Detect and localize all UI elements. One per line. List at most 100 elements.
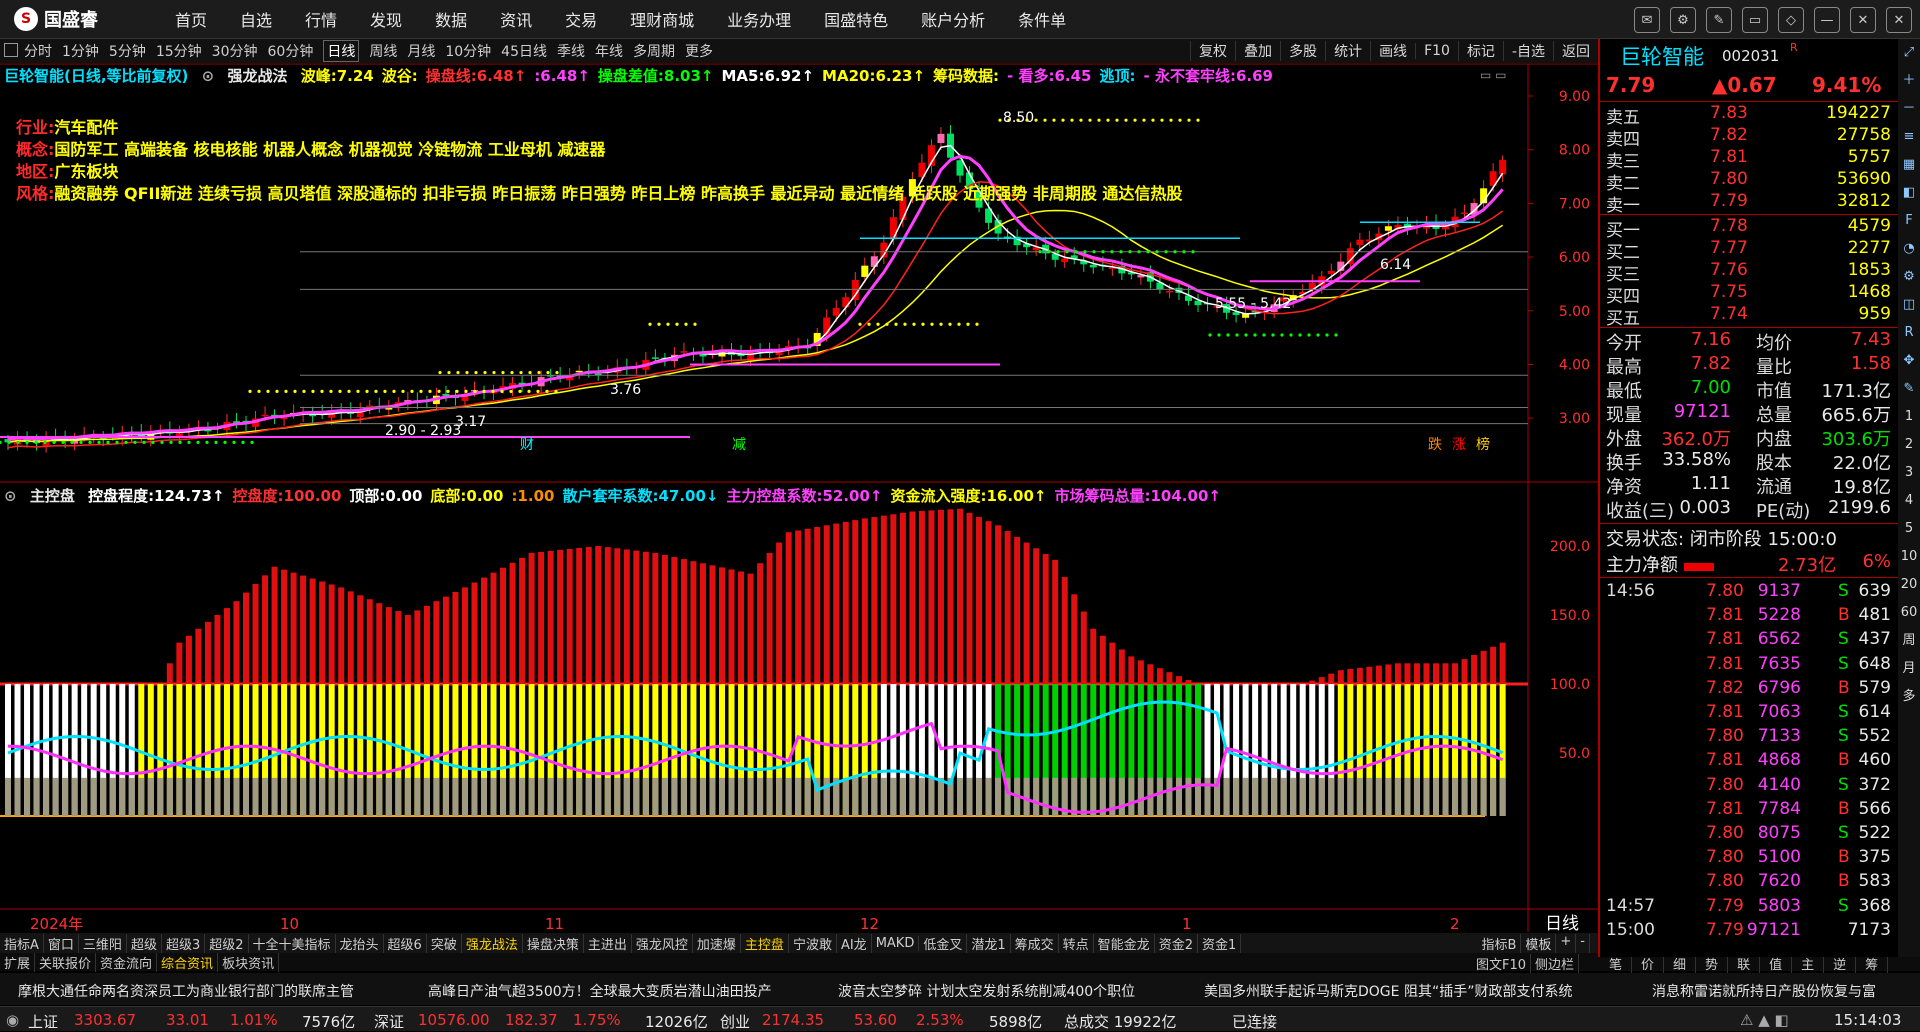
period-tab[interactable]: 10分钟 xyxy=(445,41,491,61)
period-tab[interactable]: 5分钟 xyxy=(109,41,146,61)
indicator-tab[interactable]: 强龙风控 xyxy=(632,933,693,953)
indicator-tab-right[interactable]: - xyxy=(1576,934,1590,953)
indicator-tab[interactable]: 超级2 xyxy=(205,933,249,953)
news-item[interactable]: 消息称雷诺就所持日产股份恢复与富 xyxy=(1652,981,1876,1001)
period-tab[interactable]: 月线 xyxy=(407,41,435,61)
indicator-name[interactable]: 强龙战法 xyxy=(227,67,287,85)
move-icon[interactable]: ✥ xyxy=(1898,347,1920,375)
menu-item[interactable]: 国盛特色 xyxy=(824,7,888,31)
period-tab[interactable]: 更多 xyxy=(685,41,713,61)
chart-tool-button[interactable]: 画线 xyxy=(1370,41,1415,61)
settings-icon[interactable]: ⚙ xyxy=(1898,263,1920,291)
expand-icon[interactable]: ⤢ xyxy=(1898,39,1920,67)
period-tab[interactable]: 1分钟 xyxy=(62,41,99,61)
menu-item[interactable]: 首页 xyxy=(175,7,207,31)
bottom-tab-right[interactable]: 图文F10 xyxy=(1472,954,1532,973)
indicator-tab[interactable]: 三维阳 xyxy=(79,933,127,953)
period-tab[interactable]: 日线 xyxy=(323,40,360,62)
zoom-out-icon[interactable]: － xyxy=(1898,95,1920,123)
indicator-tab[interactable]: 强龙战法 xyxy=(462,933,523,953)
chart-tool-button[interactable]: 统计 xyxy=(1325,41,1370,61)
indicator-tab[interactable]: 龙抬头 xyxy=(336,933,384,953)
chart-tool-button[interactable]: 标记 xyxy=(1457,41,1503,61)
sidebar-period[interactable]: 周 xyxy=(1898,627,1920,655)
indicator-tab[interactable]: 主控盘 xyxy=(741,933,789,953)
period-tab[interactable]: 周线 xyxy=(369,41,397,61)
chart-tool-button[interactable]: 返回 xyxy=(1553,41,1598,61)
menu-item[interactable]: 资讯 xyxy=(500,7,532,31)
indicator-tab-right[interactable]: 模板 xyxy=(1521,934,1557,953)
sidebar-period[interactable]: 2 xyxy=(1898,431,1920,459)
period-tab[interactable]: 分时 xyxy=(24,41,52,61)
chart-tool-button[interactable]: -自选 xyxy=(1502,41,1553,61)
indicator-tab[interactable]: 宁波敢 xyxy=(789,933,837,953)
bottom-tab[interactable]: 扩展 xyxy=(0,952,36,972)
alarm-icon[interactable]: ⚠ ▲ ◧ xyxy=(1740,1011,1789,1029)
indicator-tab[interactable]: 资金2 xyxy=(1155,933,1198,953)
period-tab[interactable]: 45日线 xyxy=(501,41,547,61)
expand-icon[interactable]: ◉ xyxy=(6,1011,19,1029)
sub-indicator-name[interactable]: 主控盘 xyxy=(30,487,75,505)
sidebar-period[interactable]: 3 xyxy=(1898,459,1920,487)
sidebar-period[interactable]: 5 xyxy=(1898,515,1920,543)
period-tab[interactable]: 60分钟 xyxy=(268,41,314,61)
bottom-tab-right[interactable]: 侧边栏 xyxy=(1531,954,1580,973)
f10-icon[interactable]: F xyxy=(1898,207,1920,235)
pen-icon[interactable]: ✎ xyxy=(1898,375,1920,403)
cy-index-name[interactable]: 创业 xyxy=(720,1011,750,1032)
zoom-in-icon[interactable]: ＋ xyxy=(1898,67,1920,95)
sidebar-period[interactable]: 多 xyxy=(1898,683,1920,711)
indicator-tab[interactable]: 窗口 xyxy=(44,933,79,953)
header-options-icon[interactable]: ▭ ▭ xyxy=(1480,68,1507,82)
panel-toggle-icon[interactable] xyxy=(4,43,18,57)
sidebar-period[interactable]: 4 xyxy=(1898,487,1920,515)
dropdown-icon[interactable]: ⊙ xyxy=(202,67,215,85)
menu-item[interactable]: 理财商城 xyxy=(630,7,694,31)
period-tab[interactable]: 年线 xyxy=(595,41,623,61)
news-item[interactable]: 摩根大通任命两名资深员工为商业银行部门的联席主管 xyxy=(18,981,354,1001)
indicator-tab[interactable]: 十全十美指标 xyxy=(249,933,336,953)
bottom-tab[interactable]: 关联报价 xyxy=(35,952,97,972)
close-icon[interactable]: ✕ xyxy=(1886,7,1912,33)
sidebar-period[interactable]: 20 xyxy=(1898,571,1920,599)
indicator-tab[interactable]: 潜龙1 xyxy=(967,933,1011,953)
chart-tool-button[interactable]: 复权 xyxy=(1190,41,1235,61)
indicator-tab[interactable]: AI龙 xyxy=(837,933,872,953)
sz-index-name[interactable]: 深证 xyxy=(374,1011,404,1032)
news-item[interactable]: 波音太空梦碎 计划太空发射系统削减400个职位 xyxy=(838,981,1135,1001)
chart-icon[interactable]: ◧ xyxy=(1898,179,1920,207)
indicator-tab-right[interactable]: + xyxy=(1556,934,1577,953)
skin-icon[interactable]: ✎ xyxy=(1706,7,1732,33)
menu-item[interactable]: 账户分析 xyxy=(921,7,985,31)
indicator-tab-right[interactable]: 指标B xyxy=(1477,934,1522,953)
sh-index-name[interactable]: 上证 xyxy=(28,1011,58,1032)
sidebar-period[interactable]: 月 xyxy=(1898,655,1920,683)
news-item[interactable]: 美国多州联手起诉马斯克DOGE 阻其“插手”财政部支付系统 xyxy=(1204,981,1572,1001)
message-icon[interactable]: ✉ xyxy=(1634,7,1660,33)
list-icon[interactable]: ≡ xyxy=(1898,123,1920,151)
chart-tool-button[interactable]: 多股 xyxy=(1280,41,1325,61)
indicator-tab[interactable]: 转点 xyxy=(1059,933,1094,953)
indicator-tab[interactable]: 超级6 xyxy=(384,933,427,953)
chart-tool-button[interactable]: 叠加 xyxy=(1235,41,1280,61)
menu-item[interactable]: 发现 xyxy=(370,7,402,31)
indicator-tab[interactable]: 主进出 xyxy=(584,933,632,953)
period-tab[interactable]: 季线 xyxy=(557,41,585,61)
maximize-icon[interactable]: ✕ xyxy=(1850,7,1876,33)
indicator-tab[interactable]: 加速爆 xyxy=(693,933,741,953)
sidebar-period[interactable]: 60 xyxy=(1898,599,1920,627)
indicator-tab[interactable]: MAKD xyxy=(872,935,920,951)
indicator-tab[interactable]: 筹成交 xyxy=(1011,933,1059,953)
period-tab[interactable]: 多周期 xyxy=(633,41,675,61)
bottom-tab[interactable]: 板块资讯 xyxy=(218,952,280,972)
dropdown-icon[interactable]: ⊙ xyxy=(4,487,17,505)
bottom-tab[interactable]: 综合资讯 xyxy=(157,952,219,972)
menu-item[interactable]: 自选 xyxy=(240,7,272,31)
chart-icon[interactable]: ◫ xyxy=(1898,291,1920,319)
chart-icon[interactable]: ◔ xyxy=(1898,235,1920,263)
minimize-icon[interactable]: — xyxy=(1814,7,1840,33)
shirt-icon[interactable]: ◇ xyxy=(1778,7,1804,33)
period-tab[interactable]: 15分钟 xyxy=(156,41,202,61)
rsi-icon[interactable]: R xyxy=(1898,319,1920,347)
menu-item[interactable]: 交易 xyxy=(565,7,597,31)
